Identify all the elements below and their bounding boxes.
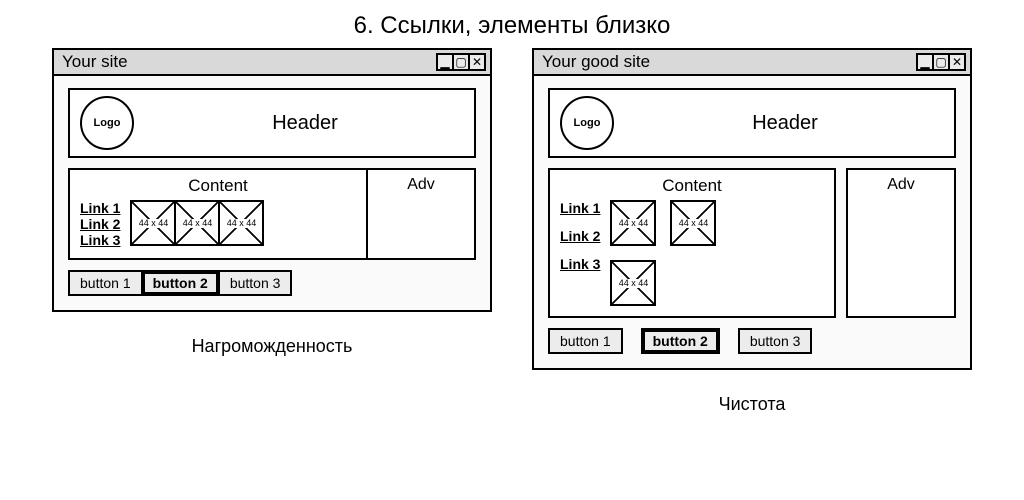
panel-clean: Your good site ▁ ▢ ✕ Logo Header Content (532, 48, 972, 415)
link-item[interactable]: Link 2 (560, 228, 600, 244)
thumbs-row-left: 44 x 44 44 x 44 44 x 44 (130, 200, 264, 246)
titlebar-left: Your site ▁ ▢ ✕ (54, 50, 490, 76)
link-item[interactable]: Link 3 (560, 256, 600, 272)
slide-title: 6. Ссылки, элементы близко (0, 0, 1024, 48)
window-title-left: Your site (62, 52, 128, 72)
image-placeholder-icon[interactable]: 44 x 44 (670, 200, 716, 246)
button-3-right[interactable]: button 3 (738, 328, 813, 354)
button-1-left[interactable]: button 1 (68, 270, 143, 296)
content-box-right: Content Link 1 Link 2 Link 3 44 x 44 44 … (548, 168, 836, 318)
browser-window-right: Your good site ▁ ▢ ✕ Logo Header Content (532, 48, 972, 370)
page-body-right: Logo Header Content Link 1 Link 2 Link 3 (534, 76, 970, 368)
link-item[interactable]: Link 1 (560, 200, 600, 216)
adv-box-right: Adv (846, 168, 956, 318)
window-title-right: Your good site (542, 52, 650, 72)
panel-cluttered: Your site ▁ ▢ ✕ Logo Header Content (52, 48, 492, 415)
content-box-left: Content Link 1 Link 2 Link 3 44 x 44 44 … (68, 168, 368, 260)
content-inner-right: Link 1 Link 2 Link 3 44 x 44 44 x 44 44 … (560, 200, 824, 306)
button-2-left[interactable]: button 2 (141, 270, 220, 296)
button-2-right[interactable]: button 2 (641, 328, 720, 354)
image-placeholder-icon[interactable]: 44 x 44 (130, 200, 176, 246)
image-placeholder-icon[interactable]: 44 x 44 (610, 200, 656, 246)
caption-right: Чистота (719, 394, 786, 415)
links-list-left: Link 1 Link 2 Link 3 (80, 200, 120, 248)
window-controls-left: ▁ ▢ ✕ (438, 53, 486, 71)
content-title-left: Content (80, 176, 356, 196)
link-item[interactable]: Link 3 (80, 232, 120, 248)
header-box-left: Logo Header (68, 88, 476, 158)
logo-left: Logo (80, 96, 134, 150)
image-placeholder-icon[interactable]: 44 x 44 (174, 200, 220, 246)
header-text-left: Header (146, 112, 464, 135)
buttons-row-left: button 1 button 2 button 3 (68, 270, 476, 296)
adv-box-left: Adv (366, 168, 476, 260)
titlebar-right: Your good site ▁ ▢ ✕ (534, 50, 970, 76)
close-icon[interactable]: ✕ (468, 53, 486, 71)
link-item[interactable]: Link 1 (80, 200, 120, 216)
adv-title-left: Adv (378, 176, 464, 194)
header-box-right: Logo Header (548, 88, 956, 158)
link-item[interactable]: Link 2 (80, 216, 120, 232)
body-row-right: Content Link 1 Link 2 Link 3 44 x 44 44 … (548, 168, 956, 318)
caption-left: Нагроможденность (192, 336, 353, 357)
page-body-left: Logo Header Content Link 1 Link 2 Link 3 (54, 76, 490, 310)
adv-title-right: Adv (858, 176, 944, 194)
window-controls-right: ▁ ▢ ✕ (918, 53, 966, 71)
image-placeholder-icon[interactable]: 44 x 44 (610, 260, 656, 306)
close-icon[interactable]: ✕ (948, 53, 966, 71)
logo-right: Logo (560, 96, 614, 150)
content-title-right: Content (560, 176, 824, 196)
body-row-left: Content Link 1 Link 2 Link 3 44 x 44 44 … (68, 168, 476, 260)
header-text-right: Header (626, 112, 944, 135)
button-1-right[interactable]: button 1 (548, 328, 623, 354)
browser-window-left: Your site ▁ ▢ ✕ Logo Header Content (52, 48, 492, 312)
image-placeholder-icon[interactable]: 44 x 44 (218, 200, 264, 246)
buttons-row-right: button 1 button 2 button 3 (548, 328, 956, 354)
button-3-left[interactable]: button 3 (218, 270, 293, 296)
panels-row: Your site ▁ ▢ ✕ Logo Header Content (0, 48, 1024, 415)
thumbs-grid-right: 44 x 44 44 x 44 44 x 44 (610, 200, 740, 306)
links-list-right: Link 1 Link 2 Link 3 (560, 200, 600, 272)
content-inner-left: Link 1 Link 2 Link 3 44 x 44 44 x 44 44 … (80, 200, 356, 248)
